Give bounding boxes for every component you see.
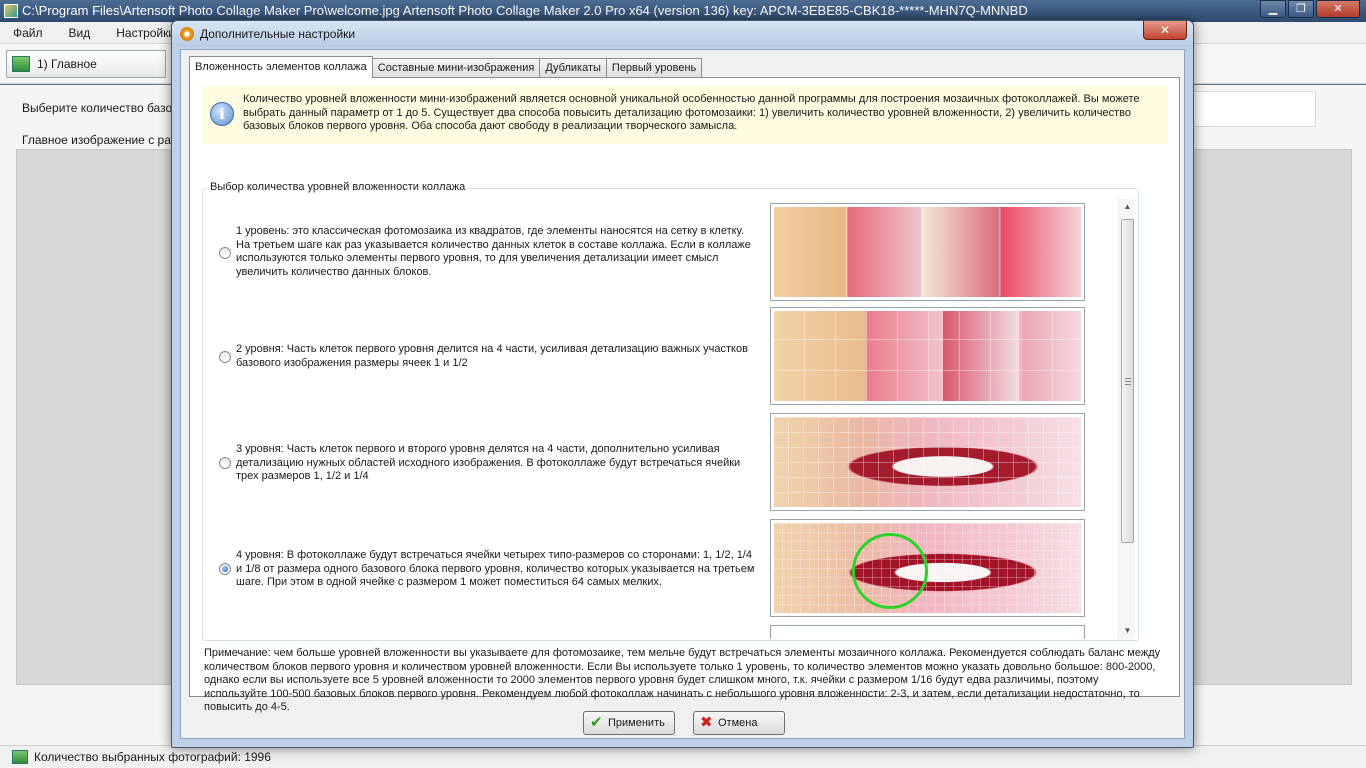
menu-file[interactable]: Файл: [0, 26, 56, 40]
dialog-titlebar[interactable]: Дополнительные настройки ✕: [172, 21, 1193, 47]
main-group-label: Главное изображение с разбі: [22, 133, 186, 147]
menu-view[interactable]: Вид: [56, 26, 104, 40]
tab-page-nesting: i Количество уровней вложенности мини-из…: [189, 77, 1180, 713]
close-button[interactable]: ✕: [1316, 0, 1360, 18]
settings-dialog: Дополнительные настройки ✕ Вложенность э…: [171, 20, 1194, 748]
statusbar: Количество выбранных фотографий: 1996: [0, 745, 1366, 768]
photos-icon: [12, 750, 28, 764]
dialog-close-button[interactable]: ✕: [1143, 21, 1187, 40]
level-4-text: 4 уровня: В фотоколлаже будут встречатьс…: [236, 549, 755, 588]
level-3-preview-image: [774, 417, 1081, 507]
scroll-down-icon[interactable]: ▼: [1119, 623, 1136, 639]
levels-group-label: Выбор количества уровней вложенности кол…: [207, 181, 469, 193]
levels-list: 1 уровень: это классическая фотомозаика …: [204, 199, 1116, 639]
level-1-preview-image: [774, 207, 1081, 297]
note-text: Примечание: чем больше уровней вложеннос…: [204, 647, 1161, 713]
level-2-text: 2 уровня: Часть клеток первого уровня де…: [236, 343, 748, 369]
apply-button[interactable]: ✔ Применить: [583, 711, 675, 735]
level-4-preview: [770, 519, 1085, 617]
level-2-preview-image: [774, 311, 1081, 401]
highlight-circle: [852, 533, 928, 609]
scroll-thumb[interactable]: [1121, 219, 1134, 543]
level-option-4[interactable]: 4 уровня: В фотоколлаже будут встречатьс…: [204, 519, 1116, 625]
scroll-up-icon[interactable]: ▲: [1119, 199, 1136, 215]
dialog-title: Дополнительные настройки: [200, 27, 356, 41]
dialog-client: Вложенность элементов коллажа Составные …: [180, 49, 1185, 739]
grip-icon: [1125, 378, 1131, 385]
levels-scrollbar[interactable]: ▲ ▼: [1118, 199, 1135, 639]
info-box: i Количество уровней вложенности мини-из…: [202, 86, 1168, 144]
level-3-radio[interactable]: [219, 457, 231, 469]
settings-icon: [180, 27, 194, 41]
tab-composite-thumbnails[interactable]: Составные мини-изображения: [371, 58, 541, 78]
maximize-button[interactable]: ❐: [1288, 0, 1314, 18]
tab-first-level[interactable]: Первый уровень: [605, 58, 703, 78]
status-text: Количество выбранных фотографий: 1996: [34, 750, 271, 764]
check-icon: ✔: [590, 714, 603, 731]
level-option-5[interactable]: [204, 625, 1116, 639]
level-option-3[interactable]: 3 уровня: Часть клеток первого и второго…: [204, 413, 1116, 519]
info-text: Количество уровней вложенности мини-изоб…: [243, 93, 1140, 132]
apply-button-label: Применить: [608, 717, 665, 729]
tab-nesting[interactable]: Вложенность элементов коллажа: [189, 56, 373, 78]
level-3-text: 3 уровня: Часть клеток первого и второго…: [236, 443, 741, 482]
level-5-preview: [770, 625, 1085, 639]
level-4-radio[interactable]: [219, 563, 231, 575]
cancel-button-label: Отмена: [718, 717, 758, 729]
level-3-preview: [770, 413, 1085, 511]
level-2-radio[interactable]: [219, 351, 231, 363]
level-option-2[interactable]: 2 уровня: Часть клеток первого уровня де…: [204, 307, 1116, 413]
app-titlebar: C:\Program Files\Artensoft Photo Collage…: [0, 0, 1366, 22]
level-4-preview-image: [774, 523, 1081, 613]
app-icon: [4, 4, 18, 18]
level-1-radio[interactable]: [219, 247, 231, 259]
level-option-1[interactable]: 1 уровень: это классическая фотомозаика …: [204, 201, 1116, 307]
x-icon: ✖: [700, 714, 713, 731]
levels-group: Выбор количества уровней вложенности кол…: [202, 181, 1139, 641]
info-icon: i: [210, 102, 234, 126]
image-icon: [12, 56, 30, 72]
level-1-text: 1 уровень: это классическая фотомозаика …: [236, 225, 751, 278]
main-prompt: Выберите количество базовы: [22, 101, 188, 115]
minimize-button[interactable]: ▁: [1260, 0, 1286, 18]
tab-main-image[interactable]: 1) Главное изображение: [6, 50, 166, 97]
main-value-box[interactable]: [1190, 91, 1316, 127]
window-controls: ▁ ❐ ✕: [1260, 0, 1360, 18]
level-2-preview: [770, 307, 1085, 405]
tab-duplicates[interactable]: Дубликаты: [539, 58, 607, 78]
tab-strip: Вложенность элементов коллажа Составные …: [189, 56, 703, 78]
cancel-button[interactable]: ✖ Отмена: [693, 711, 785, 735]
level-1-preview: [770, 203, 1085, 301]
app-title: C:\Program Files\Artensoft Photo Collage…: [22, 3, 1028, 18]
